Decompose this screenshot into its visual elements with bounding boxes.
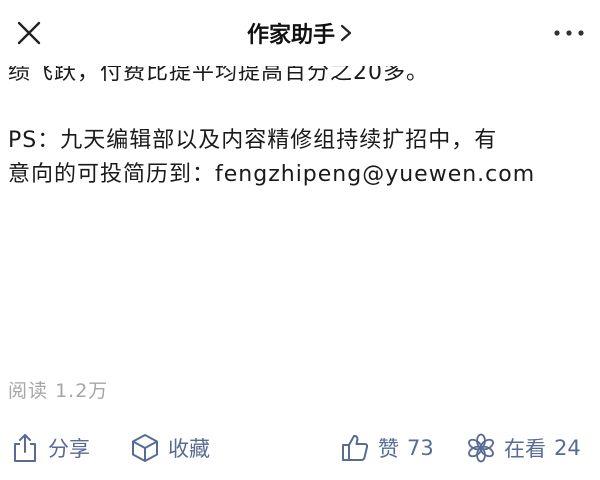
account-title: 作家助手 — [246, 23, 335, 48]
more-button[interactable] — [552, 24, 586, 42]
article-body: 绩飞跃，付费比提平均提高百分之20多。 PS：九天编辑部以及内容精修组持续扩招中… — [8, 48, 592, 192]
read-label: 阅读 — [8, 380, 49, 402]
read-count: 阅读 1.2万 — [8, 376, 108, 403]
cube-favorite-icon — [132, 434, 158, 462]
more-horizontal-icon — [554, 30, 584, 36]
favorite-button[interactable]: 收藏 — [130, 428, 210, 468]
watching-button[interactable]: 在看 24 — [466, 428, 581, 468]
chevron-right-icon — [339, 23, 353, 49]
account-title-link[interactable]: 作家助手 — [0, 17, 600, 49]
favorite-label: 收藏 — [168, 437, 210, 461]
share-icon — [14, 434, 36, 462]
article-screen: 作家助手 绩飞跃，付费比提平均提高百分之20多。 PS：九天编辑部以及内容精修组… — [0, 0, 600, 480]
like-label: 赞 — [378, 437, 399, 461]
share-button[interactable]: 分享 — [10, 428, 90, 468]
watching-count: 24 — [554, 436, 581, 460]
top-navbar: 作家助手 — [0, 0, 600, 66]
share-label: 分享 — [48, 437, 90, 461]
like-count: 73 — [407, 436, 434, 460]
article-ps-paragraph: PS：九天编辑部以及内容精修组持续扩招中，有 意向的可投简历到：fengzhip… — [8, 124, 592, 192]
thumbs-up-icon — [342, 434, 369, 461]
ps-line-2-prefix: 意向的可投简历到： — [8, 162, 216, 187]
contact-email: fengzhipeng@yuewen.com — [215, 162, 536, 187]
like-button[interactable]: 赞 73 — [340, 428, 434, 468]
ps-line-1: PS：九天编辑部以及内容精修组持续扩招中，有 — [8, 128, 498, 153]
bottom-action-bar: 分享 收藏 赞 73 在看 24 — [0, 428, 600, 468]
read-value: 1.2万 — [55, 380, 109, 402]
watching-flower-icon — [468, 433, 494, 463]
watching-label: 在看 — [504, 437, 546, 461]
